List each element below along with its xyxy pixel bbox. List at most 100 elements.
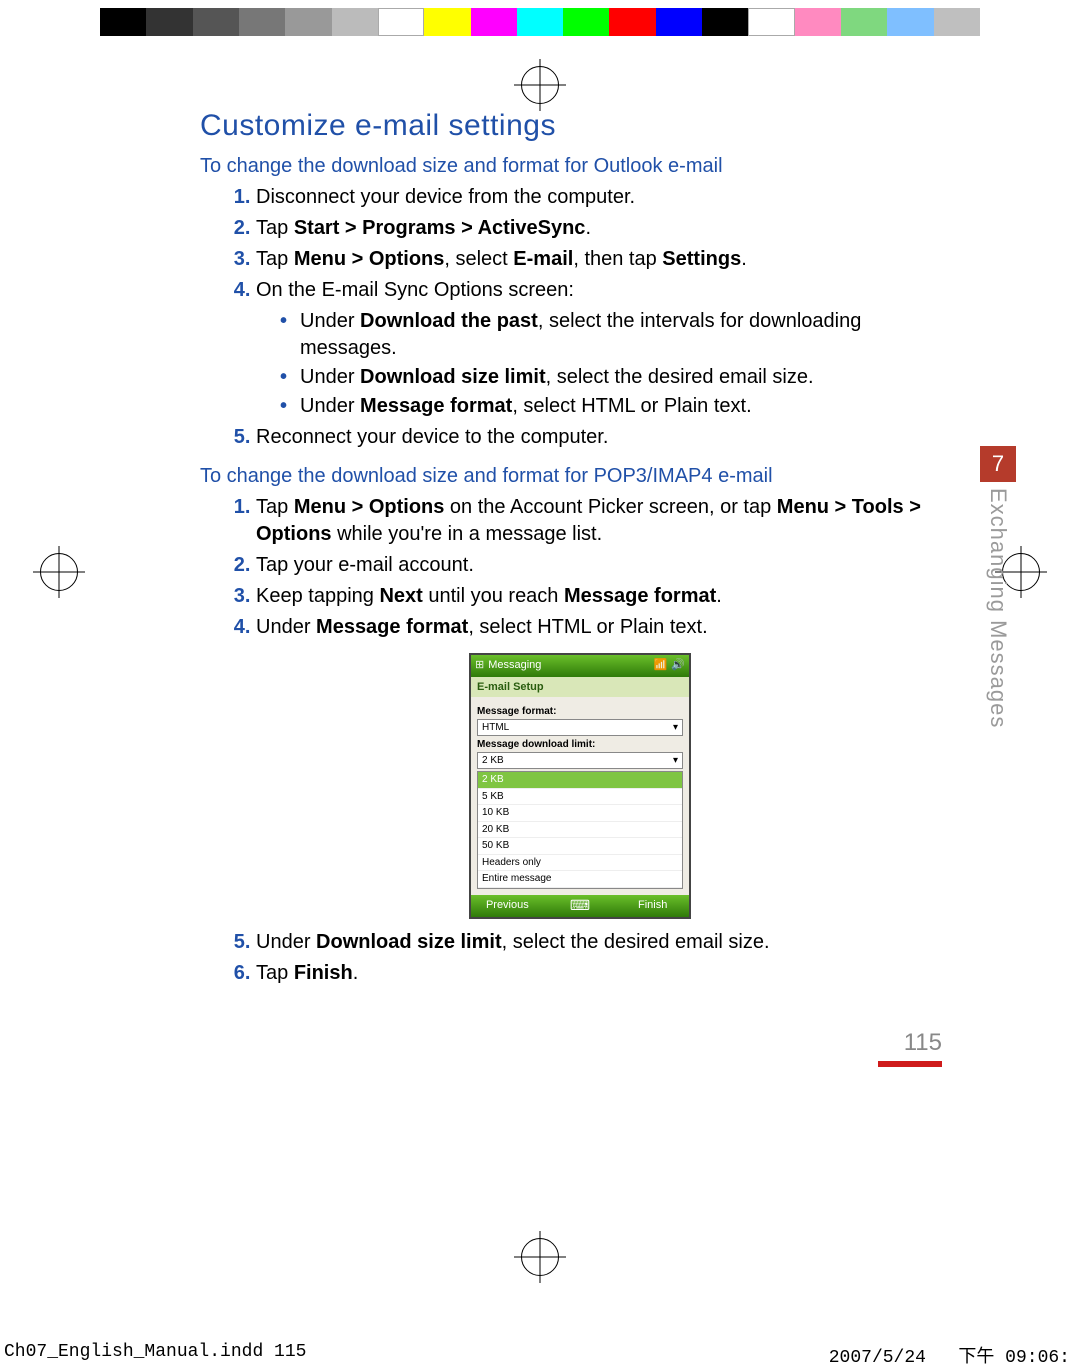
device-title-bar: ⊞ Messaging 📶 🔊 — [471, 655, 689, 677]
signal-icon: 📶 — [654, 658, 668, 673]
device-softkey-bar: Previous ⌨ Finish — [471, 895, 689, 917]
ui-term: Next — [379, 585, 422, 607]
ui-term: Message format — [316, 616, 468, 638]
t: . — [353, 962, 359, 984]
step: Tap Start > Programs > ActiveSync. — [256, 215, 960, 242]
t: Tap — [256, 496, 294, 518]
screen-subtitle: E-mail Setup — [471, 677, 689, 698]
limit-option[interactable]: 50 KB — [478, 838, 682, 855]
step: Under Message format, select HTML or Pla… — [256, 614, 960, 641]
step-text: Tap — [256, 248, 294, 270]
source-file-name: Ch07_English_Manual.indd 115 — [4, 1342, 306, 1368]
step: Tap Finish. — [256, 960, 960, 987]
time: 下午 09:06: — [958, 1348, 1070, 1368]
chapter-title: Exchanging Messages — [983, 488, 1013, 728]
outlook-steps-list: Disconnect your device from the computer… — [200, 184, 960, 451]
t: , select the desired email size. — [546, 366, 814, 388]
limit-option[interactable]: Headers only — [478, 855, 682, 872]
registration-mark-icon — [521, 66, 559, 104]
ui-term: E-mail — [513, 248, 573, 270]
ui-path: Menu > Options — [294, 248, 445, 270]
keyboard-icon[interactable]: ⌨ — [544, 896, 617, 915]
sub-bullet: Under Message format, select HTML or Pla… — [280, 393, 960, 420]
step: Tap your e-mail account. — [256, 552, 960, 579]
ui-term: Settings — [662, 248, 741, 270]
t: Under — [300, 310, 360, 332]
subheading-outlook: To change the download size and format f… — [200, 153, 960, 180]
t: , select HTML or Plain text. — [468, 616, 707, 638]
ui-path: Start > Programs > ActiveSync — [294, 217, 586, 239]
chapter-number: 7 — [980, 446, 1016, 482]
registration-mark-icon — [521, 1238, 559, 1276]
speaker-icon: 🔊 — [671, 658, 685, 673]
document-page: Customize e-mail settings To change the … — [200, 106, 960, 1067]
page-number: 115 — [904, 1029, 942, 1056]
softkey-finish[interactable]: Finish — [616, 898, 689, 913]
page-number-block: 115 — [200, 1027, 960, 1067]
t: Tap — [256, 962, 294, 984]
chapter-tab: 7 Exchanging Messages — [976, 446, 1020, 728]
ui-path: Menu > Options — [294, 496, 445, 518]
print-date-time: 2007/5/24 下午 09:06: — [829, 1342, 1070, 1368]
sub-bullet-list: Under Download the past, select the inte… — [256, 308, 960, 420]
section-title: Customize e-mail settings — [200, 106, 960, 147]
step-text: . — [741, 248, 747, 270]
sub-bullet: Under Download size limit, select the de… — [280, 364, 960, 391]
step-text: Tap — [256, 217, 294, 239]
t: on the Account Picker screen, or tap — [444, 496, 776, 518]
dropdown-value: 2 KB — [482, 754, 504, 768]
ui-term: Finish — [294, 962, 353, 984]
step: Keep tapping Next until you reach Messag… — [256, 583, 960, 610]
page-number-bar — [878, 1061, 942, 1067]
device-screenshot: ⊞ Messaging 📶 🔊 E-mail Setup Message for… — [469, 653, 691, 919]
step-text: , then tap — [573, 248, 662, 270]
step: Disconnect your device from the computer… — [256, 184, 960, 211]
chevron-down-icon: ▾ — [673, 721, 678, 735]
step: Reconnect your device to the computer. — [256, 424, 960, 451]
step-text: , select — [444, 248, 513, 270]
step-text: Reconnect your device to the computer. — [256, 426, 608, 448]
field-label: Message download limit: — [477, 738, 683, 752]
limit-option[interactable]: 20 KB — [478, 822, 682, 839]
limit-option[interactable]: 10 KB — [478, 805, 682, 822]
dropdown-value: HTML — [482, 721, 509, 735]
ui-term: Message format — [564, 585, 716, 607]
t: Keep tapping — [256, 585, 379, 607]
step-text: . — [585, 217, 591, 239]
format-dropdown[interactable]: HTML ▾ — [477, 719, 683, 737]
sub-bullet: Under Download the past, select the inte… — [280, 308, 960, 362]
t: , select HTML or Plain text. — [512, 395, 751, 417]
t: Under — [300, 395, 360, 417]
step: Tap Menu > Options on the Account Picker… — [256, 494, 960, 548]
step-text: On the E-mail Sync Options screen: — [256, 279, 574, 301]
page-canvas: Customize e-mail settings To change the … — [0, 8, 1080, 1372]
t: until you reach — [423, 585, 564, 607]
t: , select the desired email size. — [502, 931, 770, 953]
pop3-steps-list-cont: Under Download size limit, select the de… — [200, 929, 960, 987]
print-metadata-footer: Ch07_English_Manual.indd 115 2007/5/24 下… — [0, 1336, 1080, 1372]
app-title: Messaging — [488, 658, 649, 673]
ui-term: Message format — [360, 395, 512, 417]
print-color-bar — [100, 8, 980, 46]
ui-term: Download size limit — [360, 366, 546, 388]
subheading-pop3: To change the download size and format f… — [200, 463, 960, 490]
step-text: Tap your e-mail account. — [256, 554, 474, 576]
softkey-previous[interactable]: Previous — [471, 898, 544, 913]
t: Under — [256, 616, 316, 638]
limit-option[interactable]: Entire message — [478, 871, 682, 888]
field-label: Message format: — [477, 705, 683, 719]
date: 2007/5/24 — [829, 1348, 926, 1368]
pop3-steps-list: Tap Menu > Options on the Account Picker… — [200, 494, 960, 641]
t: Under — [256, 931, 316, 953]
start-icon: ⊞ — [475, 658, 484, 673]
limit-options-list[interactable]: 2 KB5 KB10 KB20 KB50 KBHeaders onlyEntir… — [477, 771, 683, 889]
step: On the E-mail Sync Options screen: Under… — [256, 277, 960, 420]
limit-option[interactable]: 2 KB — [478, 772, 682, 789]
t: Under — [300, 366, 360, 388]
ui-term: Download the past — [360, 310, 538, 332]
limit-option[interactable]: 5 KB — [478, 789, 682, 806]
device-body: Message format: HTML ▾ Message download l… — [471, 697, 689, 895]
limit-dropdown[interactable]: 2 KB ▾ — [477, 752, 683, 770]
t: while you're in a message list. — [332, 523, 603, 545]
chevron-down-icon: ▾ — [673, 754, 678, 768]
